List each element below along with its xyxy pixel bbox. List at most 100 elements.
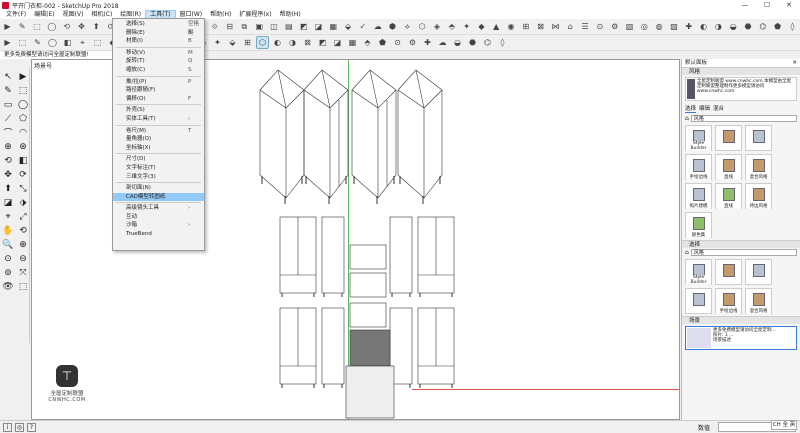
scenes-section-header[interactable]: 场景 (682, 316, 800, 324)
toolbar-tool-icon[interactable]: ⬡ (256, 36, 269, 49)
home-icon[interactable]: ⌂ (685, 115, 689, 122)
info-icon[interactable]: i (3, 422, 12, 432)
toolbar-tool-icon[interactable]: ⊙ (391, 36, 404, 49)
toolbar-tool-icon[interactable]: ⚙ (406, 36, 419, 49)
style-thumbnail[interactable] (745, 259, 772, 285)
menu-item-0[interactable]: 文件(F) (2, 10, 30, 19)
tools-menu-item[interactable]: 选择(S) 空格键 (113, 20, 204, 36)
palette-tool-icon[interactable]: ⤧ (16, 266, 30, 279)
style-thumbnail[interactable]: Style Builder (685, 259, 712, 285)
palette-tool-icon[interactable]: 👁 (1, 280, 15, 293)
toolbar-tool-icon[interactable]: ⊟ (223, 20, 236, 33)
geo-icon[interactable]: ◎ (15, 422, 24, 432)
style-thumbnail[interactable]: 颜色集 (685, 212, 712, 238)
minimize-button[interactable]: — (734, 0, 756, 10)
style-thumbnail[interactable]: Style Builder (685, 125, 712, 151)
palette-tool-icon[interactable]: ▭ (1, 98, 15, 111)
toolbar-tool-icon[interactable]: ◩ (297, 20, 310, 33)
palette-tool-icon[interactable]: ⊙ (1, 252, 15, 265)
toolbar-tool-icon[interactable]: ⌬ (481, 36, 494, 49)
toolbar-tool-icon[interactable]: ◒ (727, 20, 740, 33)
tools-menu-item[interactable]: TrueBend (113, 230, 204, 239)
tools-menu-item[interactable]: 卷尺(M) T (113, 127, 204, 136)
toolbar-tool-icon[interactable]: ✦ (211, 36, 224, 49)
toolbar-tool-icon[interactable]: ⬙ (342, 20, 355, 33)
toolbar-tool-icon[interactable]: ⌖ (76, 36, 89, 49)
toolbar-tool-icon[interactable]: ⬢ (386, 20, 399, 33)
help-icon[interactable]: ? (27, 422, 36, 432)
palette-tool-icon[interactable]: ⊖ (16, 252, 30, 265)
toolbar-tool-icon[interactable]: ◉ (505, 20, 518, 33)
tools-menu-item[interactable]: 文字标注(T) (113, 164, 204, 173)
palette-tool-icon[interactable]: ⬚ (16, 84, 30, 97)
palette-tool-icon[interactable]: ⟳ (16, 168, 30, 181)
toolbar-tool-icon[interactable]: ☁ (371, 20, 384, 33)
tools-menu-item[interactable]: 剖切面(N) (113, 184, 204, 193)
toolbar-tool-icon[interactable]: ▨ (668, 20, 681, 33)
toolbar-tool-icon[interactable]: ⬣ (466, 36, 479, 49)
toolbar-tool-icon[interactable]: ▶ (1, 36, 14, 49)
toolbar-tool-icon[interactable]: ☁ (436, 36, 449, 49)
palette-tool-icon[interactable]: ⊛ (16, 140, 30, 153)
close-button[interactable]: ✕ (778, 0, 800, 10)
palette-tool-icon[interactable]: ⤢ (16, 210, 30, 223)
palette-tool-icon[interactable]: ⤡ (16, 182, 30, 195)
toolbar-tool-icon[interactable]: ◐ (271, 36, 284, 49)
menu-item-1[interactable]: 编辑(E) (30, 10, 58, 19)
toolbar-tool-icon[interactable]: ⟲ (60, 20, 73, 33)
style-thumbnail[interactable]: 持边风格 (745, 183, 772, 209)
toolbar-tool-icon[interactable]: ◐ (697, 20, 710, 33)
tools-menu-item[interactable]: 尺寸(D) (113, 155, 204, 164)
ime-indicator[interactable]: CH 全 英 (771, 420, 797, 430)
menu-item-2[interactable]: 视图(V) (59, 10, 88, 19)
toolbar-tool-icon[interactable]: ◧ (61, 36, 74, 49)
toolbar-tool-icon[interactable]: ⬡ (416, 20, 429, 33)
toolbar-tool-icon[interactable]: ⚙ (608, 20, 621, 33)
tools-menu-item[interactable]: 三维文字(3) (113, 173, 204, 182)
palette-tool-icon[interactable]: ◯ (16, 98, 30, 111)
palette-tool-icon[interactable]: ⟲ (1, 154, 15, 167)
menu-item-8[interactable]: 扩展程序(x) (235, 10, 275, 19)
styles-tab[interactable]: 选择 (685, 104, 697, 113)
toolbar-tool-icon[interactable]: ◯ (46, 36, 59, 49)
tools-menu-item[interactable]: 坐标轴(X) (113, 144, 204, 153)
toolbar-tool-icon[interactable]: ✎ (31, 36, 44, 49)
style-thumbnail[interactable]: 直线 (715, 183, 742, 209)
tools-menu-item[interactable]: 沙箱 › (113, 221, 204, 230)
toolbar-tool-icon[interactable]: ⬚ (91, 36, 104, 49)
toolbar-tool-icon[interactable]: ⊞ (241, 36, 254, 49)
toolbar-tool-icon[interactable]: ✎ (16, 20, 29, 33)
tools-menu-item[interactable]: 高级镜头工具 › (113, 204, 204, 213)
palette-tool-icon[interactable]: ⌖ (1, 210, 15, 223)
palette-tool-icon[interactable]: ▶ (16, 70, 30, 83)
tools-menu-item[interactable]: 路径跟随(F) (113, 86, 204, 95)
toolbar-tool-icon[interactable]: ◪ (331, 36, 344, 49)
toolbar-tool-icon[interactable]: ⌂ (564, 20, 577, 33)
style-thumbnail[interactable] (745, 125, 772, 151)
palette-tool-icon[interactable]: ⊕ (1, 140, 15, 153)
menu-item-9[interactable]: 帮助(H) (276, 10, 305, 19)
toolbar-tool-icon[interactable]: ◒ (451, 36, 464, 49)
toolbar-tool-icon[interactable]: ◫ (268, 20, 281, 33)
toolbar-tool-icon[interactable]: ◊ (786, 20, 799, 33)
toolbar-tool-icon[interactable]: ⟐ (208, 20, 221, 33)
styles-section-header[interactable]: 风格 (682, 67, 800, 75)
toolbar-tool-icon[interactable]: ▦ (346, 36, 359, 49)
style-thumbnail[interactable] (715, 125, 742, 151)
style-thumbnail[interactable]: 混合风格 (745, 288, 772, 314)
palette-tool-icon[interactable]: ⬚ (16, 280, 30, 293)
styles-tab[interactable]: 编辑 (699, 104, 710, 113)
tools-menu-item[interactable]: 材质(I) B (113, 37, 204, 46)
toolbar-tool-icon[interactable]: ⌬ (756, 20, 769, 33)
toolbar-tool-icon[interactable]: ⋈ (549, 20, 562, 33)
toolbar-tool-icon[interactable]: ☰ (579, 20, 592, 33)
toolbar-tool-icon[interactable]: ⬟ (771, 20, 784, 33)
home-icon[interactable]: ⌂ (685, 249, 689, 256)
palette-tool-icon[interactable]: ↖ (1, 70, 15, 83)
tools-menu-item[interactable]: 缩放(C) S (113, 66, 204, 75)
palette-tool-icon[interactable]: ⟲ (16, 224, 30, 237)
mix-collection-select[interactable]: 风格 (690, 249, 797, 256)
toolbar-tool-icon[interactable]: ◯ (45, 20, 58, 33)
toolbar-tool-icon[interactable]: ✦ (460, 20, 473, 33)
toolbar-tool-icon[interactable]: ⊙ (594, 20, 607, 33)
